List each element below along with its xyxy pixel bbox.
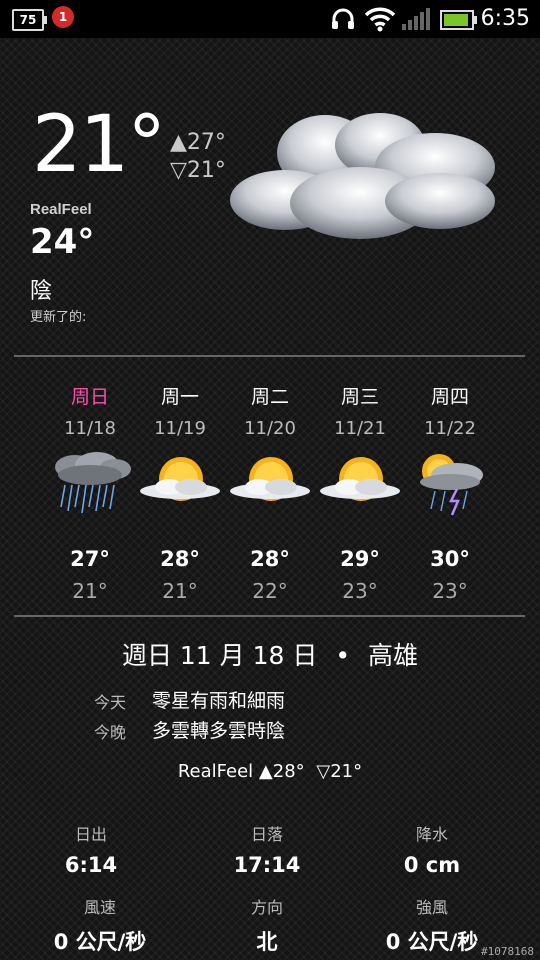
divider [14,355,525,357]
today-low: ▽21° [170,158,226,183]
forecast-day-name: 周一 [160,386,199,408]
realfeel-range: RealFeel ▲28° ▽21° [0,761,540,782]
sun-cloud-icon [230,457,310,501]
date-location-title: 週日 11 月 18 日 • 高雄 [0,636,540,672]
forecast-date: 11/22 [424,418,476,439]
stat-label: 方向 [250,898,283,917]
realfeel-value: 24° [30,222,95,262]
forecast-date: 11/18 [64,418,116,439]
forecast-high: 27° [70,547,110,571]
realfeel-label: RealFeel [177,761,254,782]
battery-percent-icon: 75 [12,9,47,31]
forecast-high: 29° [340,547,380,571]
battery-icon [440,10,477,30]
realfeel-label: RealFeel [30,201,92,218]
forecast-day-4[interactable]: 周四 11/22 30° 23° [405,382,495,603]
thunderstorm-icon [420,454,483,516]
forecast-low: 22° [252,579,288,603]
stat-value: 0 公尺/秒 [53,930,147,954]
stat-sunrise: 日出 6:14 [1,821,181,877]
headset-icon [332,8,354,29]
forecast-high: 28° [250,547,290,571]
forecast-day-2[interactable]: 周二 11/20 28° 22° [225,382,315,603]
tonight-label: 今晚 [94,723,127,742]
stat-label: 日出 [74,825,107,844]
sun-cloud-icon [320,457,400,501]
watermark: #1078168 [481,945,534,958]
forecast-date: 11/21 [334,418,386,439]
sun-cloud-icon [140,457,220,501]
forecast-low: 23° [432,579,468,603]
forecast-day-3[interactable]: 周三 11/21 29° 23° [315,382,405,603]
stat-label: 日落 [250,825,283,844]
alarm-icon: 1 [52,6,74,28]
stat-value: 北 [256,930,278,954]
today-high: ▲27° [170,130,226,155]
today-label: 今天 [94,693,127,712]
forecast-day-name: 周四 [430,386,469,408]
forecast-day-name: 周三 [340,386,379,408]
stat-precipitation: 降水 0 cm [342,821,522,877]
wifi-icon [364,7,396,32]
forecast-day-name: 周二 [250,386,289,408]
stat-wind-direction: 方向 北 [177,894,357,956]
forecast-date: 11/19 [154,418,206,439]
realfeel-low: ▽21° [316,761,363,782]
realfeel-high: ▲28° [258,761,305,782]
rain-icon [55,452,131,514]
forecast-low: 21° [72,579,108,603]
updated-label: 更新了的: [30,310,87,325]
stat-value: 17:14 [233,853,301,877]
forecast-low: 23° [342,579,378,603]
stat-value: 0 cm [403,853,461,877]
today-text: 零星有雨和細雨 [152,690,286,712]
forecast-day-1[interactable]: 周一 11/19 28° 21° [135,382,225,603]
city-name[interactable]: 高雄 [368,641,418,670]
stat-label: 降水 [415,825,448,844]
stat-label: 強風 [415,898,448,917]
stat-wind-speed: 風速 0 公尺/秒 [10,894,190,956]
tonight-text: 多雲轉多雲時陰 [152,720,286,742]
cloudy-icon[interactable] [225,105,505,250]
current-condition: 陰 [30,279,53,304]
forecast-day-0[interactable]: 周日 11/18 27° 21° [45,382,135,603]
bullet: • [335,641,351,670]
stat-label: 風速 [83,898,116,917]
divider [14,615,525,617]
current-temperature: 21° [32,100,166,190]
stat-sunset: 日落 17:14 [177,821,357,877]
forecast-high: 30° [430,547,470,571]
forecast-date: 11/20 [244,418,296,439]
forecast-day-name: 周日 [70,386,109,408]
stat-value: 6:14 [64,853,118,877]
forecast-low: 21° [162,579,198,603]
date-title: 週日 11 月 18 日 [121,641,318,670]
forecast-high: 28° [160,547,200,571]
status-bar: 75 1 6:35 [0,0,540,38]
clock: 6:35 [480,6,530,31]
